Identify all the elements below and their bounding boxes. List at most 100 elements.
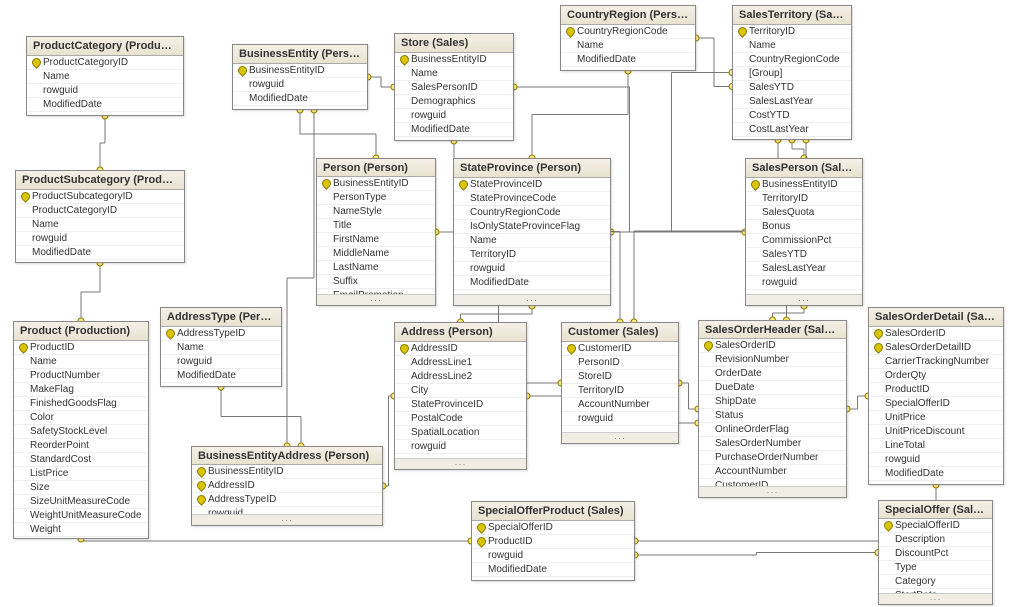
entity-header[interactable]: Customer (Sales) bbox=[562, 323, 678, 342]
column-row[interactable]: ProductSubcategoryID bbox=[16, 190, 184, 204]
column-row[interactable]: Color bbox=[14, 411, 148, 425]
column-row[interactable]: Name bbox=[733, 39, 851, 53]
entity-resize-grip[interactable]: ··· bbox=[317, 295, 435, 305]
column-row[interactable]: AddressTypeID bbox=[192, 493, 382, 507]
entity-header[interactable]: SalesPerson (Sales) bbox=[746, 159, 862, 178]
column-row[interactable]: Name bbox=[16, 218, 184, 232]
column-row[interactable]: rowguid bbox=[472, 549, 634, 563]
column-row[interactable]: ModifiedDate bbox=[16, 246, 184, 260]
column-row[interactable]: ModifiedDate bbox=[27, 98, 183, 112]
column-row[interactable]: ModifiedDate bbox=[561, 53, 695, 67]
column-row[interactable]: CountryRegionCode bbox=[733, 53, 851, 67]
entity-SalesOrderDetail[interactable]: SalesOrderDetail (Sales)SalesOrderIDSale… bbox=[868, 307, 1004, 485]
column-row[interactable]: rowguid bbox=[16, 232, 184, 246]
column-row[interactable]: TerritoryID bbox=[454, 248, 610, 262]
entity-Address[interactable]: Address (Person)AddressIDAddressLine1Add… bbox=[394, 322, 527, 470]
entity-SpecialOffer[interactable]: SpecialOffer (Sales)SpecialOfferIDDescri… bbox=[878, 500, 993, 605]
entity-header[interactable]: AddressType (Person) bbox=[161, 308, 281, 327]
column-row[interactable]: AddressTypeID bbox=[161, 327, 281, 341]
entity-BusinessEntity[interactable]: BusinessEntity (Person)BusinessEntityIDr… bbox=[232, 44, 368, 110]
column-row[interactable]: rowguid bbox=[454, 262, 610, 276]
entity-resize-grip[interactable]: ··· bbox=[699, 487, 846, 497]
column-row[interactable]: Name bbox=[161, 341, 281, 355]
column-row[interactable]: NameStyle bbox=[317, 205, 435, 219]
column-row[interactable]: TerritoryID bbox=[733, 25, 851, 39]
column-row[interactable]: Name bbox=[454, 234, 610, 248]
entity-header[interactable]: SalesOrderDetail (Sales) bbox=[869, 308, 1003, 327]
column-row[interactable]: AccountNumber bbox=[562, 398, 678, 412]
entity-header[interactable]: ProductCategory (Production) bbox=[27, 37, 183, 56]
column-row[interactable]: Name bbox=[561, 39, 695, 53]
column-row[interactable]: AddressLine1 bbox=[395, 356, 526, 370]
column-row[interactable]: TerritoryID bbox=[746, 192, 862, 206]
column-row[interactable]: PostalCode bbox=[395, 412, 526, 426]
column-row[interactable]: StandardCost bbox=[14, 453, 148, 467]
column-row[interactable]: rowguid bbox=[395, 440, 526, 454]
column-row[interactable]: Name bbox=[395, 67, 513, 81]
column-row[interactable]: PersonID bbox=[562, 356, 678, 370]
entity-header[interactable]: CountryRegion (Person) bbox=[561, 6, 695, 25]
column-row[interactable]: RevisionNumber bbox=[699, 353, 846, 367]
column-row[interactable]: rowguid bbox=[395, 109, 513, 123]
entity-BusinessEntityAddress[interactable]: BusinessEntityAddress (Person)BusinessEn… bbox=[191, 446, 383, 526]
column-row[interactable]: SpecialOfferID bbox=[472, 521, 634, 535]
column-row[interactable]: ProductCategoryID bbox=[16, 204, 184, 218]
entity-CountryRegion[interactable]: CountryRegion (Person)CountryRegionCodeN… bbox=[560, 5, 696, 71]
column-row[interactable]: BusinessEntityID bbox=[746, 178, 862, 192]
entity-Store[interactable]: Store (Sales)BusinessEntityIDNameSalesPe… bbox=[394, 33, 514, 141]
column-row[interactable]: StateProvinceCode bbox=[454, 192, 610, 206]
column-row[interactable]: Description bbox=[879, 533, 992, 547]
column-row[interactable]: SafetyStockLevel bbox=[14, 425, 148, 439]
entity-ProductCategory[interactable]: ProductCategory (Production)ProductCateg… bbox=[26, 36, 184, 116]
column-row[interactable]: ProductID bbox=[869, 383, 1003, 397]
column-row[interactable]: ShipDate bbox=[699, 395, 846, 409]
column-row[interactable]: Size bbox=[14, 481, 148, 495]
column-row[interactable]: StateProvinceID bbox=[454, 178, 610, 192]
column-row[interactable]: SpatialLocation bbox=[395, 426, 526, 440]
column-row[interactable]: CarrierTrackingNumber bbox=[869, 355, 1003, 369]
column-row[interactable]: rowguid bbox=[233, 78, 367, 92]
column-row[interactable]: FinishedGoodsFlag bbox=[14, 397, 148, 411]
column-row[interactable]: OnlineOrderFlag bbox=[699, 423, 846, 437]
column-row[interactable]: SalesQuota bbox=[746, 206, 862, 220]
column-row[interactable]: StoreID bbox=[562, 370, 678, 384]
column-row[interactable]: ProductNumber bbox=[14, 369, 148, 383]
entity-Product[interactable]: Product (Production)ProductIDNameProduct… bbox=[13, 321, 149, 539]
column-row[interactable]: CountryRegionCode bbox=[454, 206, 610, 220]
column-row[interactable]: BusinessEntityID bbox=[317, 177, 435, 191]
entity-StateProvince[interactable]: StateProvince (Person)StateProvinceIDSta… bbox=[453, 158, 611, 306]
column-row[interactable]: OrderDate bbox=[699, 367, 846, 381]
column-row[interactable]: DueDate bbox=[699, 381, 846, 395]
entity-header[interactable]: SalesOrderHeader (Sales) bbox=[699, 321, 846, 339]
column-row[interactable]: AddressID bbox=[192, 479, 382, 493]
column-row[interactable]: ModifiedDate bbox=[454, 276, 610, 290]
column-row[interactable]: LastName bbox=[317, 261, 435, 275]
column-row[interactable]: Name bbox=[14, 355, 148, 369]
column-row[interactable]: Title bbox=[317, 219, 435, 233]
column-row[interactable]: ModifiedDate bbox=[869, 467, 1003, 481]
column-row[interactable]: ListPrice bbox=[14, 467, 148, 481]
column-row[interactable]: ProductID bbox=[472, 535, 634, 549]
column-row[interactable]: SalesLastYear bbox=[746, 262, 862, 276]
column-row[interactable]: MakeFlag bbox=[14, 383, 148, 397]
entity-SpecialOfferProduct[interactable]: SpecialOfferProduct (Sales)SpecialOfferI… bbox=[471, 501, 635, 581]
entity-resize-grip[interactable]: ··· bbox=[454, 295, 610, 305]
entity-header[interactable]: Address (Person) bbox=[395, 323, 526, 342]
column-row[interactable]: rowguid bbox=[869, 453, 1003, 467]
entity-header[interactable]: SpecialOfferProduct (Sales) bbox=[472, 502, 634, 521]
column-row[interactable]: SalesYTD bbox=[733, 81, 851, 95]
column-row[interactable]: CustomerID bbox=[562, 342, 678, 356]
entity-header[interactable]: Product (Production) bbox=[14, 322, 148, 341]
column-row[interactable]: LineTotal bbox=[869, 439, 1003, 453]
column-row[interactable]: Category bbox=[879, 575, 992, 589]
column-row[interactable]: ModifiedDate bbox=[395, 123, 513, 137]
column-row[interactable]: [Group] bbox=[733, 67, 851, 81]
column-row[interactable]: TerritoryID bbox=[562, 384, 678, 398]
column-row[interactable]: MiddleName bbox=[317, 247, 435, 261]
column-row[interactable]: CustomerID bbox=[699, 479, 846, 487]
column-row[interactable]: SalesLastYear bbox=[733, 95, 851, 109]
column-row[interactable]: rowguid bbox=[192, 507, 382, 515]
entity-header[interactable]: Store (Sales) bbox=[395, 34, 513, 53]
column-row[interactable]: UnitPriceDiscount bbox=[869, 425, 1003, 439]
column-row[interactable]: rowguid bbox=[161, 355, 281, 369]
